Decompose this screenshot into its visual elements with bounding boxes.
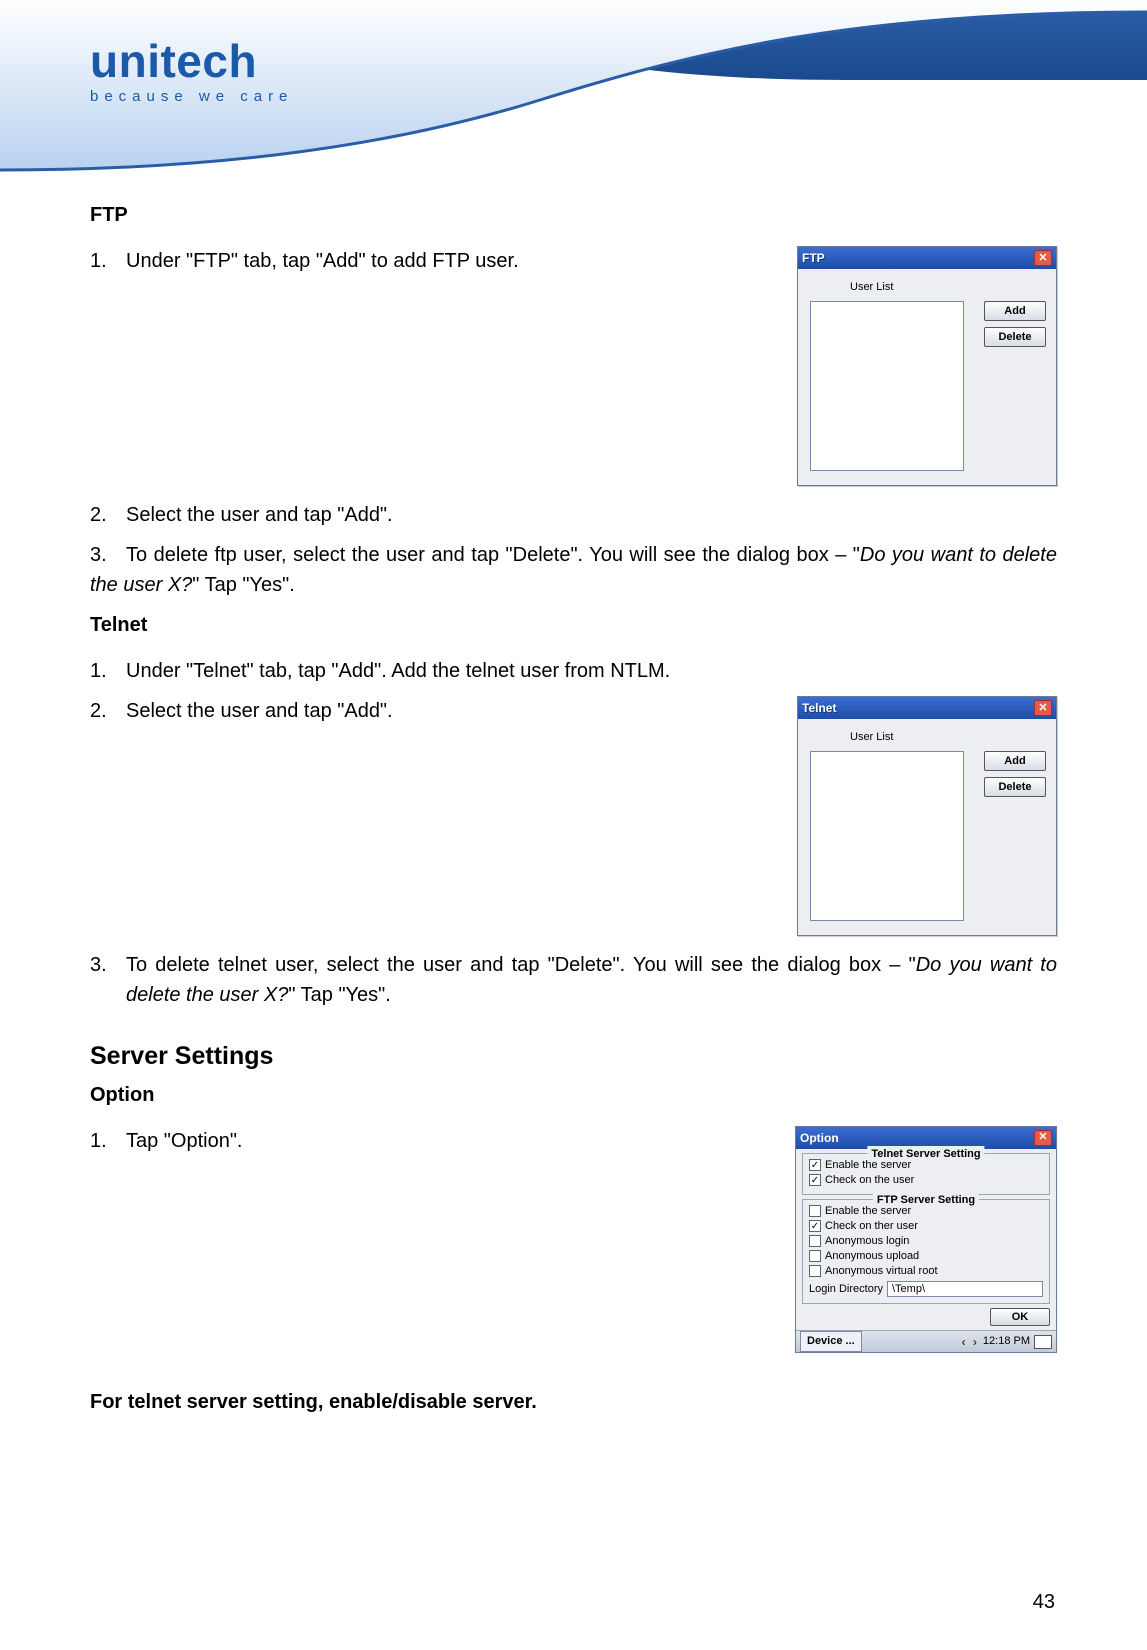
step-num: 3. — [90, 950, 126, 1010]
device-button[interactable]: Device ... — [800, 1331, 862, 1352]
telnet-server-group: Telnet Server Setting ✓Enable the server… — [802, 1153, 1050, 1195]
ftp-dialog: FTP ✕ User List Add Delete — [797, 246, 1057, 486]
ftp-step-2: 2. Select the user and tap "Add". — [90, 500, 1057, 530]
step-num: 2. — [90, 500, 126, 530]
step-num: 1. — [90, 1126, 126, 1156]
server-step-1: 1. Tap "Option". — [90, 1126, 771, 1156]
server-settings-heading: Server Settings — [90, 1038, 1057, 1076]
option-taskbar: Device ... ‹ › 12:18 PM — [796, 1330, 1056, 1352]
step-text: Under "FTP" tab, tap "Add" to add FTP us… — [126, 246, 773, 276]
telnet-dialog-title: Telnet — [802, 699, 836, 717]
ftp-userlist-label: User List — [850, 279, 1048, 296]
keyboard-icon[interactable] — [1034, 1335, 1052, 1349]
nav-arrows-icon[interactable]: ‹ › — [962, 1333, 979, 1351]
ftp-dialog-title: FTP — [802, 249, 825, 267]
telnet-step-2: 2. Select the user and tap "Add". — [90, 696, 773, 726]
step-num: 2. — [90, 696, 126, 726]
option-dialog-title: Option — [800, 1129, 839, 1147]
step-text-b: " Tap "Yes". — [288, 984, 390, 1006]
option-dialog: Option ✕ Telnet Server Setting ✓Enable t… — [795, 1126, 1057, 1354]
ftp-add-button[interactable]: Add — [984, 301, 1046, 321]
telnet-checkuser-checkbox[interactable]: ✓Check on the user — [809, 1173, 1043, 1188]
step-num: 1. — [90, 656, 126, 686]
telnet-add-button[interactable]: Add — [984, 751, 1046, 771]
telnet-group-legend: Telnet Server Setting — [867, 1146, 984, 1163]
telnet-dialog-titlebar: Telnet ✕ — [798, 697, 1056, 719]
close-icon[interactable]: ✕ — [1034, 250, 1052, 266]
telnet-delete-button[interactable]: Delete — [984, 777, 1046, 797]
page-content: FTP 1. Under "FTP" tab, tap "Add" to add… — [0, 180, 1147, 1473]
step-text: Tap "Option". — [126, 1126, 771, 1156]
step-num: 3. — [90, 540, 126, 570]
step-text: Select the user and tap "Add". — [126, 696, 773, 726]
step-text-a: To delete telnet user, select the user a… — [126, 954, 916, 976]
ftp-anon-vroot-checkbox[interactable]: Anonymous virtual root — [809, 1264, 1043, 1279]
ftp-server-group: FTP Server Setting Enable the server ✓Ch… — [802, 1199, 1050, 1305]
step-text: To delete telnet user, select the user a… — [126, 950, 1057, 1010]
telnet-step-3: 3. To delete telnet user, select the use… — [90, 950, 1057, 1010]
brand-tagline: because we care — [90, 88, 293, 105]
ftp-delete-button[interactable]: Delete — [984, 327, 1046, 347]
ftp-dialog-titlebar: FTP ✕ — [798, 247, 1056, 269]
ftp-step-3: 3.To delete ftp user, select the user an… — [90, 540, 1057, 600]
ftp-userlist-box[interactable] — [810, 301, 964, 471]
telnet-userlist-box[interactable] — [810, 751, 964, 921]
brand-logo: unitech because we care — [90, 34, 293, 105]
ftp-anon-login-checkbox[interactable]: Anonymous login — [809, 1234, 1043, 1249]
option-ok-button[interactable]: OK — [990, 1308, 1050, 1326]
step-num: 1. — [90, 246, 126, 276]
header-swoosh-dark — [547, 0, 1147, 80]
login-dir-label: Login Directory — [809, 1281, 883, 1298]
step-text-b: " Tap "Yes". — [192, 574, 294, 596]
login-dir-input[interactable]: \Temp\ — [887, 1281, 1043, 1297]
brand-name: unitech — [90, 34, 293, 88]
ftp-anon-upload-checkbox[interactable]: Anonymous upload — [809, 1249, 1043, 1264]
telnet-server-note: For telnet server setting, enable/disabl… — [90, 1387, 1057, 1417]
page-number: 43 — [1033, 1591, 1055, 1614]
telnet-heading: Telnet — [90, 610, 1057, 640]
option-heading: Option — [90, 1080, 1057, 1110]
telnet-step-1: 1. Under "Telnet" tab, tap "Add". Add th… — [90, 656, 1057, 686]
telnet-userlist-label: User List — [850, 729, 1048, 746]
step-text-a: To delete ftp user, select the user and … — [126, 544, 860, 566]
ftp-step-1: 1. Under "FTP" tab, tap "Add" to add FTP… — [90, 246, 773, 276]
close-icon[interactable]: ✕ — [1034, 1130, 1052, 1146]
ftp-group-legend: FTP Server Setting — [873, 1192, 979, 1209]
ftp-heading: FTP — [90, 200, 1057, 230]
step-text: Select the user and tap "Add". — [126, 500, 1057, 530]
step-text: Under "Telnet" tab, tap "Add". Add the t… — [126, 656, 1057, 686]
taskbar-time: 12:18 PM — [983, 1333, 1030, 1350]
ftp-checkuser-checkbox[interactable]: ✓Check on ther user — [809, 1219, 1043, 1234]
close-icon[interactable]: ✕ — [1034, 700, 1052, 716]
page-header: unitech because we care — [0, 0, 1147, 180]
telnet-dialog: Telnet ✕ User List Add Delete — [797, 696, 1057, 936]
